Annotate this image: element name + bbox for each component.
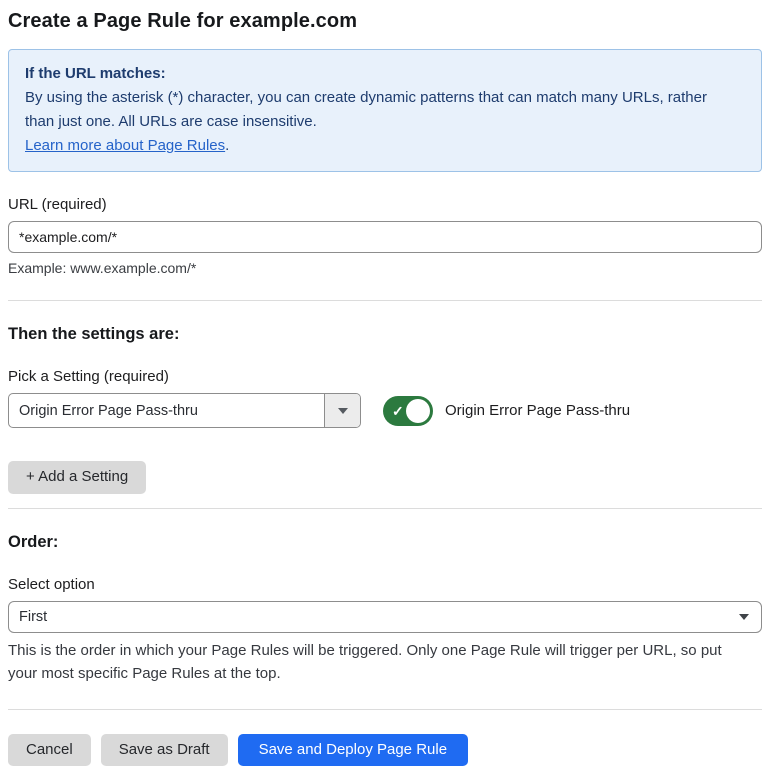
url-match-info-box: If the URL matches: By using the asteris… bbox=[8, 49, 762, 172]
order-select-label: Select option bbox=[8, 576, 762, 593]
setting-picker-row: Origin Error Page Pass-thru ✓ Origin Err… bbox=[8, 393, 762, 428]
chevron-down-icon bbox=[739, 614, 749, 620]
toggle-knob bbox=[406, 399, 430, 423]
setting-select-arrow-button[interactable] bbox=[324, 394, 360, 427]
chevron-down-icon bbox=[338, 408, 348, 414]
order-section-heading: Order: bbox=[8, 533, 762, 552]
save-deploy-button[interactable]: Save and Deploy Page Rule bbox=[238, 734, 468, 766]
toggle-label: Origin Error Page Pass-thru bbox=[445, 402, 630, 419]
order-description: This is the order in which your Page Rul… bbox=[8, 639, 748, 685]
divider bbox=[8, 508, 762, 509]
url-example-hint: Example: www.example.com/* bbox=[8, 260, 762, 276]
cancel-button[interactable]: Cancel bbox=[8, 734, 91, 766]
order-select-value: First bbox=[19, 609, 47, 625]
info-box-link-line: Learn more about Page Rules. bbox=[25, 134, 745, 158]
footer-actions: Cancel Save as Draft Save and Deploy Pag… bbox=[8, 734, 762, 766]
setting-select[interactable]: Origin Error Page Pass-thru bbox=[8, 393, 361, 428]
setting-select-value: Origin Error Page Pass-thru bbox=[9, 394, 324, 427]
origin-error-toggle[interactable]: ✓ bbox=[383, 396, 433, 426]
save-draft-button[interactable]: Save as Draft bbox=[101, 734, 228, 766]
divider bbox=[8, 709, 762, 710]
url-label: URL (required) bbox=[8, 196, 762, 213]
info-box-heading: If the URL matches: bbox=[25, 62, 745, 86]
url-input[interactable] bbox=[8, 221, 762, 253]
info-box-body: By using the asterisk (*) character, you… bbox=[25, 86, 725, 134]
check-icon: ✓ bbox=[392, 404, 404, 418]
divider bbox=[8, 300, 762, 301]
pick-setting-label: Pick a Setting (required) bbox=[8, 368, 762, 385]
add-setting-button[interactable]: + Add a Setting bbox=[8, 461, 146, 494]
page-title: Create a Page Rule for example.com bbox=[8, 10, 762, 33]
settings-section-heading: Then the settings are: bbox=[8, 325, 762, 344]
link-period: . bbox=[225, 137, 229, 154]
order-select[interactable]: First bbox=[8, 601, 762, 633]
learn-more-link[interactable]: Learn more about Page Rules bbox=[25, 137, 225, 154]
